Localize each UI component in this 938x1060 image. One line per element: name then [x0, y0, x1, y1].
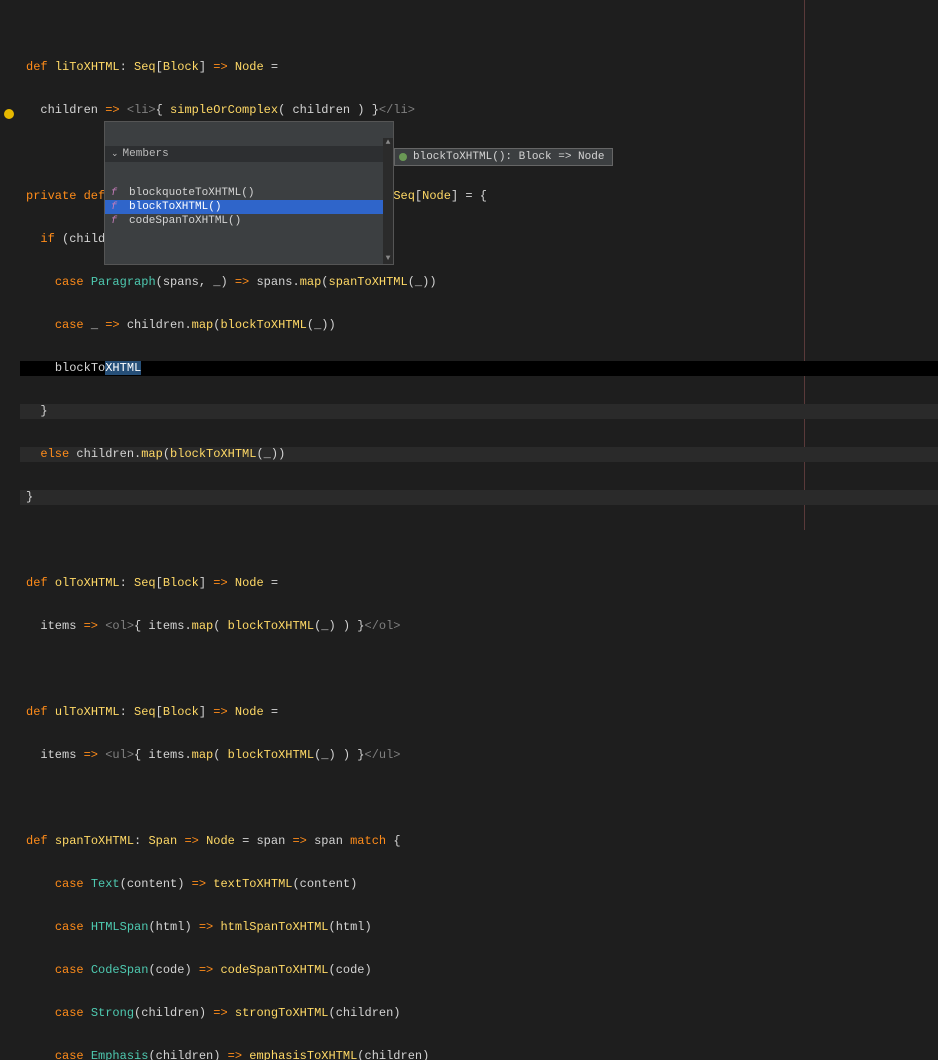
- completion-item[interactable]: f blockquoteToXHTML(): [105, 186, 393, 200]
- code-line[interactable]: case CodeSpan(code) => codeSpanToXHTML(c…: [20, 963, 938, 978]
- code-line[interactable]: def liToXHTML: Seq[Block] => Node =: [20, 60, 938, 75]
- current-line[interactable]: blockToXHTML: [20, 361, 938, 376]
- code-line[interactable]: else children.map(blockToXHTML(_)): [20, 447, 938, 462]
- code-line[interactable]: case Strong(children) => strongToXHTML(c…: [20, 1006, 938, 1021]
- code-line[interactable]: case Paragraph(spans, _) => spans.map(sp…: [20, 275, 938, 290]
- code-line[interactable]: children => <li>{ simpleOrComplex( child…: [20, 103, 938, 118]
- code-line[interactable]: case Emphasis(children) => emphasisToXHT…: [20, 1049, 938, 1060]
- typed-text: blockTo: [55, 361, 105, 375]
- completion-item[interactable]: f blockToXHTML(): [105, 200, 393, 214]
- code-line[interactable]: case Text(content) => textToXHTML(conten…: [20, 877, 938, 892]
- code-line[interactable]: def spanToXHTML: Span => Node = span => …: [20, 834, 938, 849]
- code-line[interactable]: }: [20, 490, 938, 505]
- completion-item[interactable]: f codeSpanToXHTML(): [105, 214, 393, 228]
- code-editor[interactable]: def liToXHTML: Seq[Block] => Node = chil…: [0, 0, 938, 530]
- code-area[interactable]: def liToXHTML: Seq[Block] => Node = chil…: [20, 0, 938, 530]
- code-line[interactable]: [20, 791, 938, 806]
- completion-popup[interactable]: ⌄ Members f blockquoteToXHTML() f blockToXH…: [104, 121, 394, 265]
- completion-item-label: codeSpanToXHTML(): [129, 215, 241, 227]
- scroll-up-icon[interactable]: ▲: [383, 138, 393, 148]
- code-line[interactable]: }: [20, 404, 938, 419]
- code-line[interactable]: [20, 533, 938, 548]
- selected-text: XHTML: [105, 361, 141, 375]
- completion-header-label: Members: [123, 148, 169, 160]
- code-line[interactable]: def olToXHTML: Seq[Block] => Node =: [20, 576, 938, 591]
- function-icon: f: [111, 188, 117, 199]
- chevron-down-icon: ⌄: [111, 149, 119, 159]
- breakpoint-marker[interactable]: [4, 109, 14, 119]
- completion-item-label: blockToXHTML(): [129, 201, 221, 213]
- gutter: [0, 0, 20, 530]
- scroll-down-icon[interactable]: ▼: [383, 254, 393, 264]
- completion-item-label: blockquoteToXHTML(): [129, 187, 254, 199]
- function-icon: f: [111, 202, 117, 213]
- signature-text: blockToXHTML(): Block => Node: [413, 151, 604, 163]
- code-line[interactable]: case HTMLSpan(html) => htmlSpanToXHTML(h…: [20, 920, 938, 935]
- code-line[interactable]: case _ => children.map(blockToXHTML(_)): [20, 318, 938, 333]
- code-line[interactable]: items => <ul>{ items.map( blockToXHTML(_…: [20, 748, 938, 763]
- completion-scrollbar[interactable]: ▲ ▼: [383, 138, 393, 264]
- code-line[interactable]: items => <ol>{ items.map( blockToXHTML(_…: [20, 619, 938, 634]
- code-line[interactable]: def ulToXHTML: Seq[Block] => Node =: [20, 705, 938, 720]
- completion-header: ⌄ Members: [105, 146, 393, 162]
- function-icon: f: [111, 216, 117, 227]
- code-line[interactable]: [20, 662, 938, 677]
